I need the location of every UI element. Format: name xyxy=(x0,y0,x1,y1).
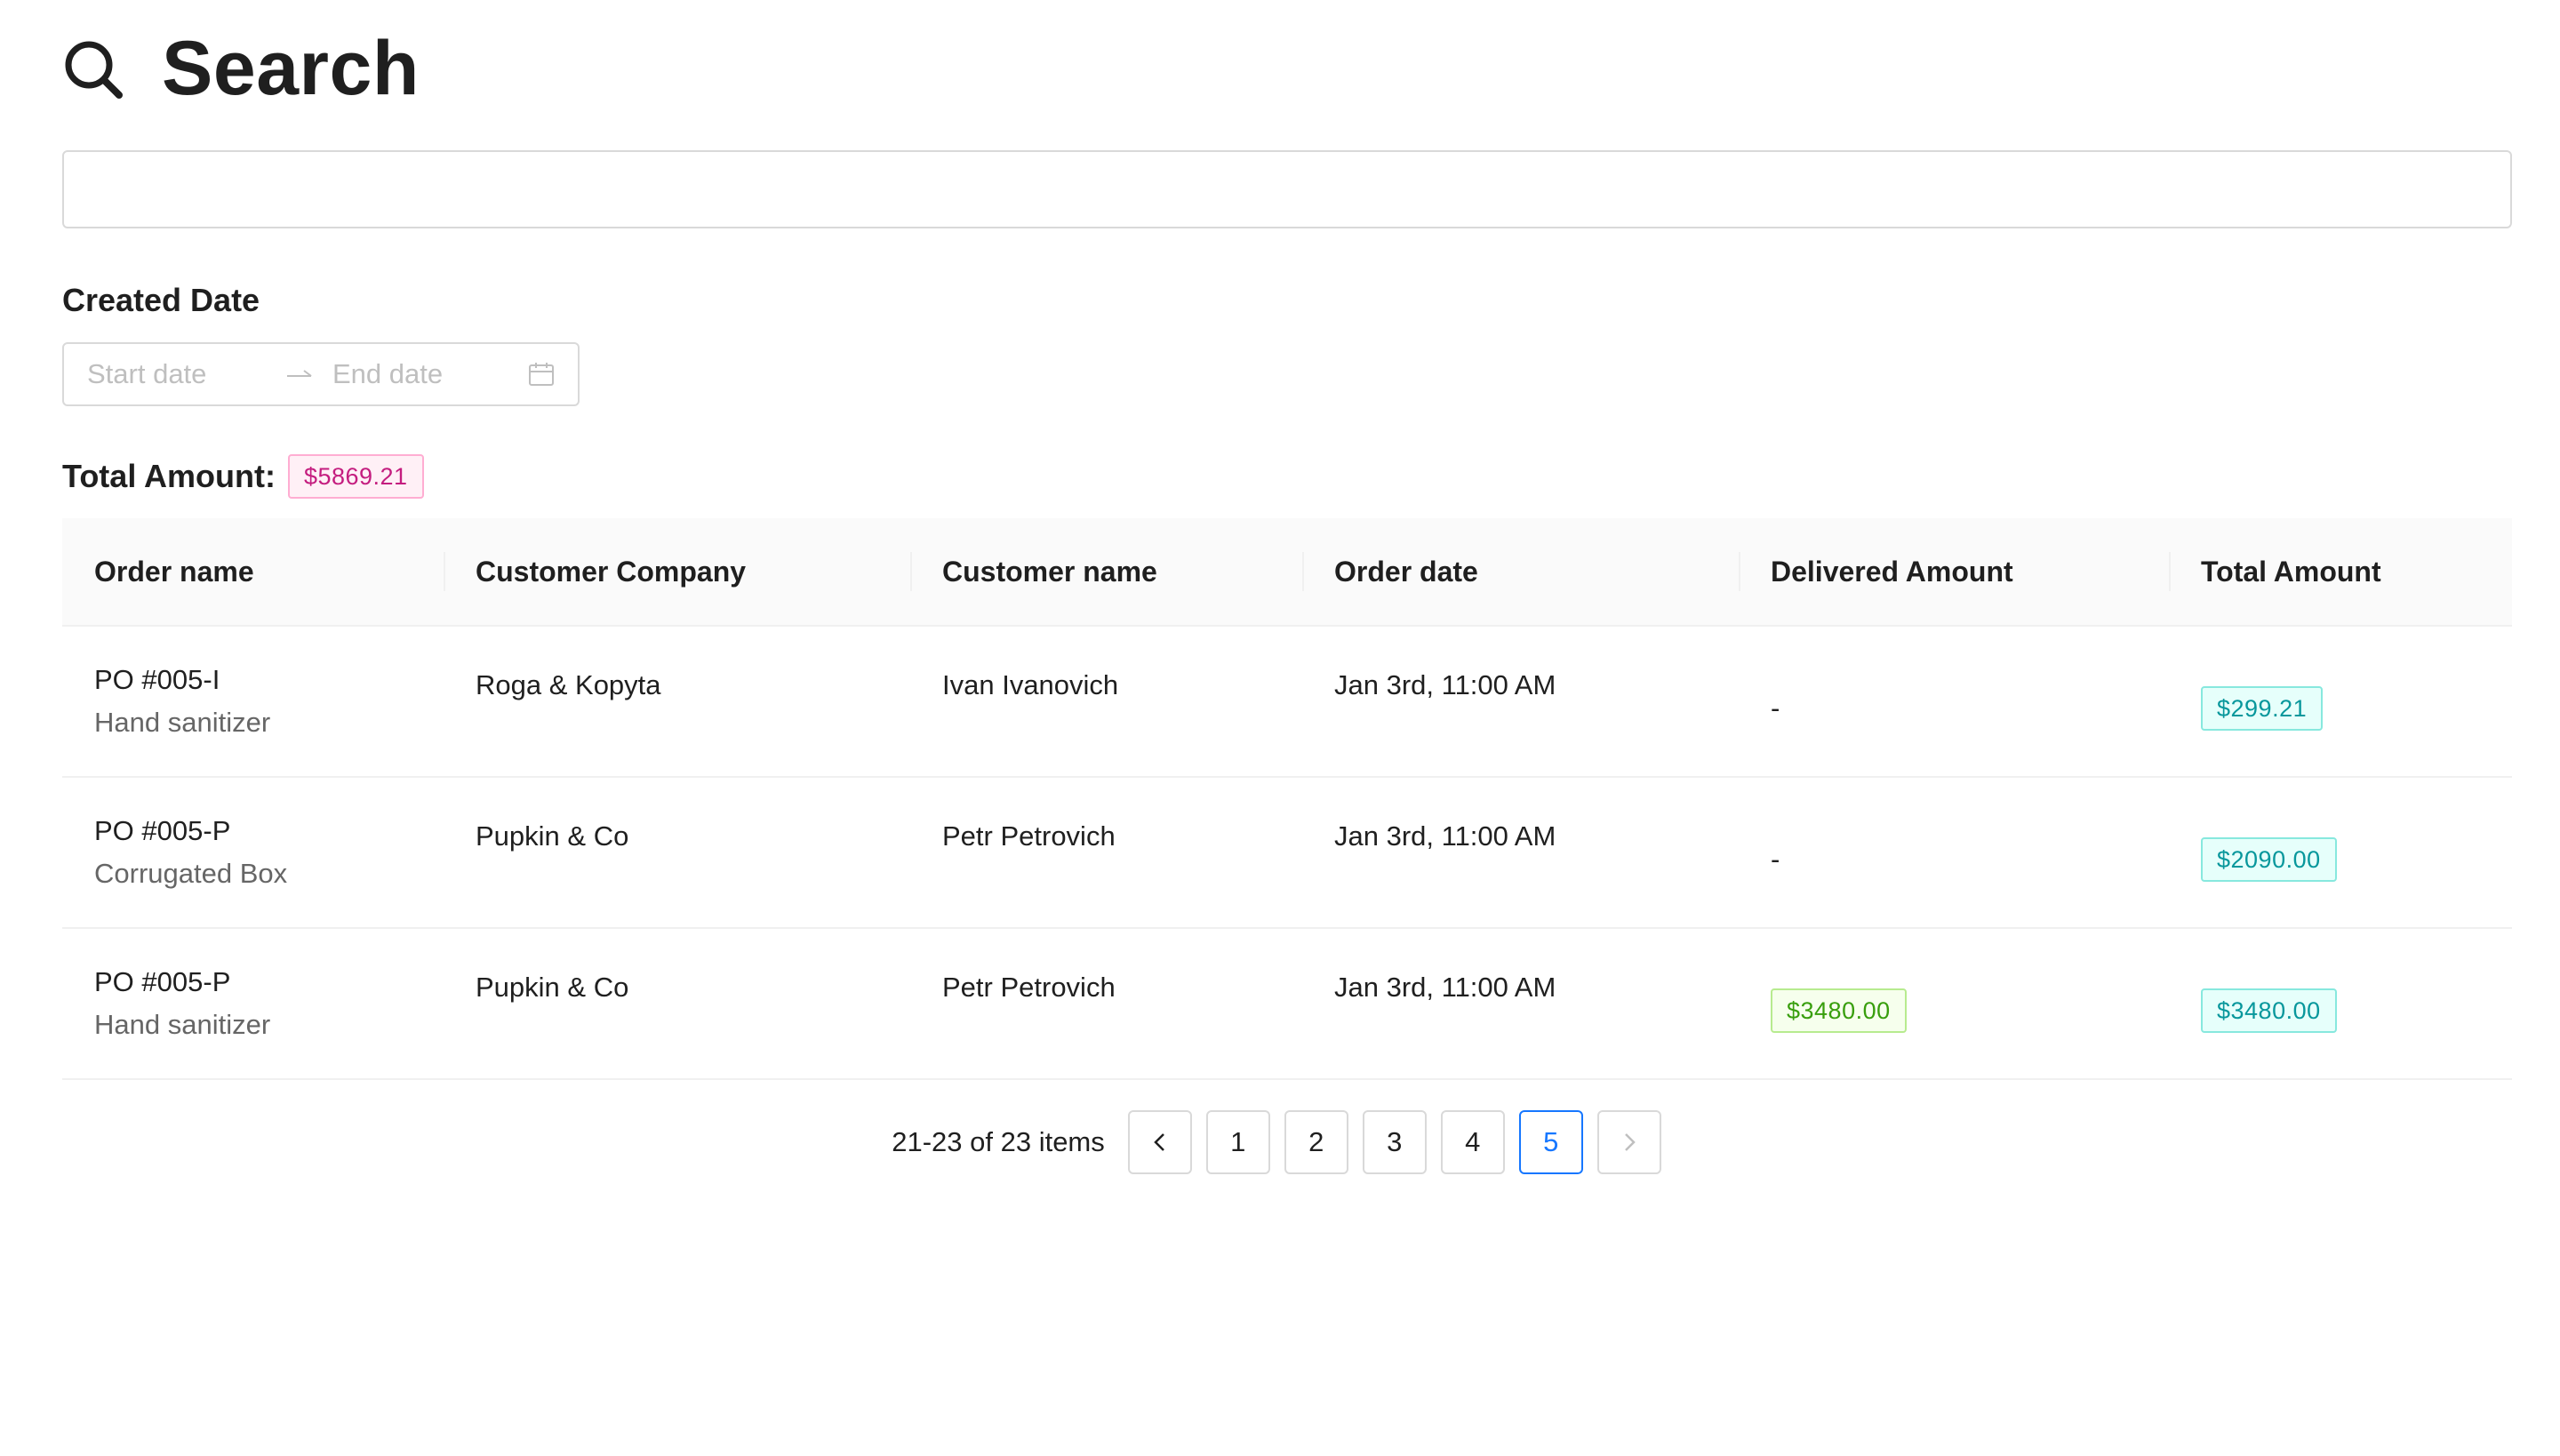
order-name-cell: PO #005-P Corrugated Box xyxy=(62,815,444,890)
product-name: Hand sanitizer xyxy=(94,1009,271,1040)
column-header-customer-company: Customer Company xyxy=(444,556,910,588)
created-date-label: Created Date xyxy=(62,282,260,318)
search-page: Search Created Date Total Amount: $5869.… xyxy=(0,0,2560,1456)
order-number: PO #005-P xyxy=(94,966,231,997)
order-name-cell: PO #005-P Hand sanitizer xyxy=(62,966,444,1041)
page-button-3[interactable]: 3 xyxy=(1362,1110,1427,1174)
prev-page-button[interactable] xyxy=(1127,1110,1192,1174)
delivered-amount-cell: $3480.00 xyxy=(1739,974,2169,1033)
table-row[interactable]: PO #005-P Hand sanitizer Pupkin & Co Pet… xyxy=(62,929,2512,1080)
search-input[interactable] xyxy=(62,150,2512,228)
page-button-2[interactable]: 2 xyxy=(1284,1110,1348,1174)
customer-name-cell: Petr Petrovich xyxy=(942,972,1116,1003)
chevron-right-icon xyxy=(1624,1133,1636,1151)
column-header-delivered-amount: Delivered Amount xyxy=(1739,556,2169,588)
total-amount-tag: $299.21 xyxy=(2201,686,2324,731)
total-amount-label: Total Amount: xyxy=(62,458,276,494)
page-button-4[interactable]: 4 xyxy=(1440,1110,1505,1174)
order-number: PO #005-P xyxy=(94,815,231,846)
order-date-cell: Jan 3rd, 11:00 AM xyxy=(1334,820,1556,852)
customer-company-cell: Roga & Kopyta xyxy=(476,669,661,700)
calendar-icon[interactable] xyxy=(528,361,555,388)
column-header-order-date: Order date xyxy=(1302,556,1739,588)
pagination: 21-23 of 23 items 1 2 3 4 5 xyxy=(62,1110,2498,1174)
delivered-amount-tag: $3480.00 xyxy=(1771,988,1907,1033)
table-row[interactable]: PO #005-I Hand sanitizer Roga & Kopyta I… xyxy=(62,627,2512,778)
customer-name-cell: Petr Petrovich xyxy=(942,820,1116,852)
arrow-right-icon xyxy=(286,368,313,380)
end-date-input[interactable] xyxy=(332,358,510,390)
page-title: Search xyxy=(162,26,420,111)
page-header: Search xyxy=(62,0,2498,138)
column-header-order-name: Order name xyxy=(94,555,254,588)
total-amount-cell: $299.21 xyxy=(2169,672,2512,731)
search-icon xyxy=(62,38,124,100)
total-amount-tag: $3480.00 xyxy=(2201,988,2337,1033)
column-header-total-amount: Total Amount xyxy=(2169,556,2512,588)
date-range-picker[interactable] xyxy=(62,342,580,406)
page-button-5[interactable]: 5 xyxy=(1518,1110,1583,1174)
page-button-1[interactable]: 1 xyxy=(1205,1110,1270,1174)
total-amount-badge: $5869.21 xyxy=(287,454,424,499)
pagination-summary: 21-23 of 23 items xyxy=(892,1126,1105,1157)
total-amount-cell: $2090.00 xyxy=(2169,823,2512,882)
orders-table: Order name Customer Company Customer nam… xyxy=(62,518,2512,1080)
product-name: Corrugated Box xyxy=(94,858,288,889)
column-header-customer-name: Customer name xyxy=(910,556,1302,588)
order-name-cell: PO #005-I Hand sanitizer xyxy=(62,664,444,739)
total-amount-tag: $2090.00 xyxy=(2201,837,2337,882)
order-date-cell: Jan 3rd, 11:00 AM xyxy=(1334,972,1556,1003)
customer-company-cell: Pupkin & Co xyxy=(476,972,629,1003)
table-row[interactable]: PO #005-P Corrugated Box Pupkin & Co Pet… xyxy=(62,778,2512,929)
chevron-left-icon xyxy=(1153,1133,1164,1151)
delivered-amount-cell: - xyxy=(1771,844,1780,875)
product-name: Hand sanitizer xyxy=(94,707,271,738)
customer-company-cell: Pupkin & Co xyxy=(476,820,629,852)
customer-name-cell: Ivan Ivanovich xyxy=(942,669,1119,700)
total-amount-cell: $3480.00 xyxy=(2169,974,2512,1033)
start-date-input[interactable] xyxy=(87,358,265,390)
next-page-button[interactable] xyxy=(1596,1110,1661,1174)
order-date-cell: Jan 3rd, 11:00 AM xyxy=(1334,669,1556,700)
order-number: PO #005-I xyxy=(94,664,220,695)
delivered-amount-cell: - xyxy=(1771,692,1780,724)
total-amount-row: Total Amount: $5869.21 xyxy=(62,454,2498,499)
table-header: Order name Customer Company Customer nam… xyxy=(62,518,2512,627)
